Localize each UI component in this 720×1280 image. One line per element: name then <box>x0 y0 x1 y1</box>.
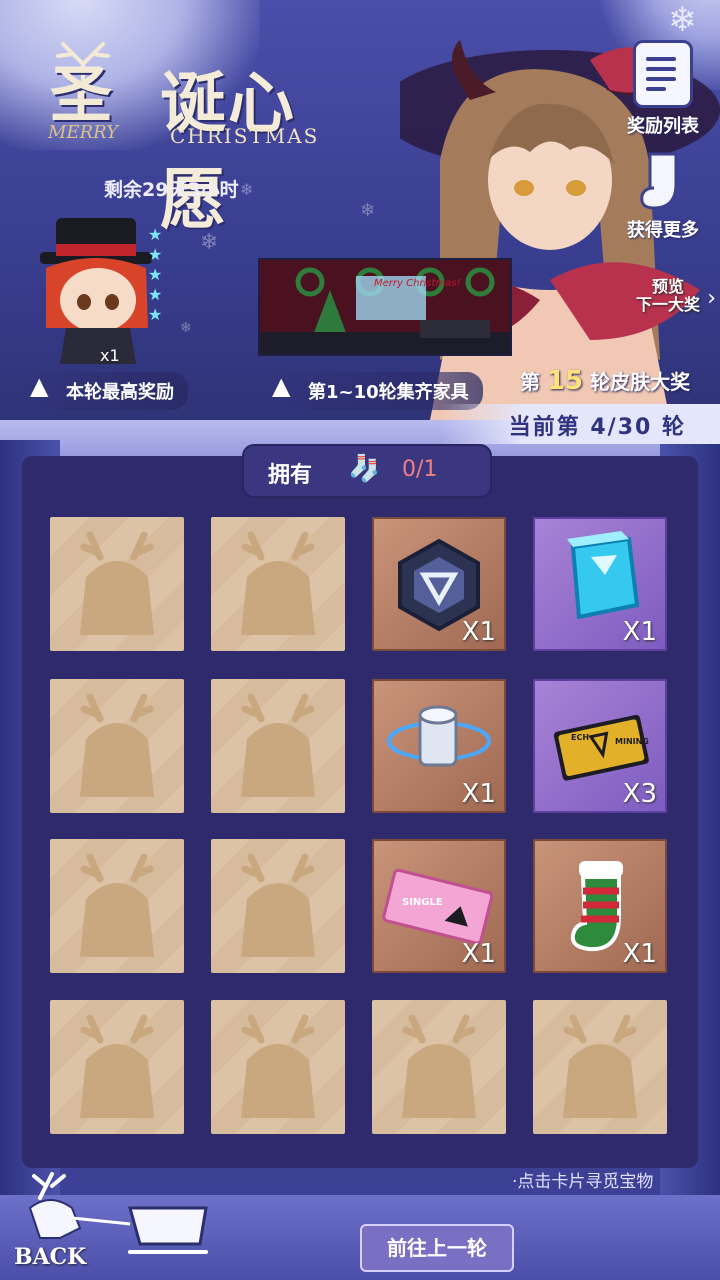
item-text: SINGLE <box>402 897 443 908</box>
revealed-card[interactable]: SINGLE X1 <box>372 839 506 973</box>
hidden-card[interactable] <box>211 517 345 651</box>
round-prize-prefix: 第 <box>520 370 540 394</box>
hint-text: ·点击卡片寻觅宝物 <box>512 1172 654 1192</box>
svg-text:★: ★ <box>148 305 162 324</box>
chibi-qty: x1 <box>100 346 120 365</box>
reindeer-head-icon <box>241 693 315 797</box>
revealed-card[interactable]: ECH MINING X3 <box>533 679 667 813</box>
hidden-card[interactable] <box>50 839 184 973</box>
top-reward-label: ▲ 本轮最高奖励 <box>22 372 188 410</box>
back-button[interactable]: BACK <box>10 1168 210 1276</box>
round-prize-number: 15 <box>546 366 584 396</box>
preview-next-prize-button[interactable]: 预览 下一大奖 › <box>616 278 720 326</box>
owned-label: 拥有 <box>268 463 313 488</box>
furniture-sign-text: Merry Christmas! <box>374 278 461 289</box>
stocking-icon <box>636 150 690 212</box>
title-char: 圣 <box>50 58 113 131</box>
current-round-text: 当前第 4/30 轮 <box>508 415 686 440</box>
item-text: ECH <box>571 733 590 742</box>
top-reward-label-text: 本轮最高奖励 <box>66 382 174 403</box>
furniture-reward-preview[interactable]: Merry Christmas! <box>258 258 512 356</box>
revealed-card[interactable]: X1 <box>372 679 506 813</box>
round-skin-prize: 第 15 轮皮肤大奖 <box>520 366 690 396</box>
hidden-card[interactable] <box>533 1000 667 1134</box>
item-qty: X1 <box>622 939 657 969</box>
svg-text:★: ★ <box>148 265 162 284</box>
item-qty: X1 <box>461 779 496 809</box>
countdown-timer: 剩余29天3小时 <box>104 179 239 201</box>
chevron-right-icon: › <box>707 286 716 311</box>
back-label: BACK <box>14 1244 87 1270</box>
reindeer-head-icon <box>80 693 154 797</box>
item-qty: X1 <box>461 939 496 969</box>
svg-text:★: ★ <box>148 245 162 264</box>
title-en-merry: MERRY <box>48 122 119 143</box>
hidden-card[interactable] <box>50 679 184 813</box>
item-qty: X1 <box>461 617 496 647</box>
furniture-reward-label-text: 第1~10轮集齐家具 <box>308 382 469 403</box>
hidden-card[interactable] <box>211 679 345 813</box>
svg-text:★: ★ <box>148 225 162 244</box>
get-more-label: 获得更多 <box>627 220 699 241</box>
rewards-list-button[interactable]: 奖励列表 <box>608 40 718 138</box>
owned-counter: 拥有 🧦 0/1 <box>244 446 490 496</box>
reindeer-head-icon <box>80 1014 154 1118</box>
reindeer-head-icon <box>241 1014 315 1118</box>
snowflake-icon: ❄ <box>360 200 376 221</box>
tree-icon: ▲ <box>30 372 49 400</box>
reindeer-head-icon <box>563 1014 637 1118</box>
event-title: 圣 诞心愿 MERRY CHRISTMAS <box>40 40 340 238</box>
reindeer-head-icon <box>80 531 154 635</box>
hidden-card[interactable] <box>211 1000 345 1134</box>
prev-round-button[interactable]: 前往上一轮 <box>360 1224 514 1272</box>
hidden-card[interactable] <box>211 839 345 973</box>
current-round-bar: 当前第 4/30 轮 <box>440 404 720 444</box>
svg-text:★: ★ <box>148 285 162 304</box>
hidden-card[interactable] <box>372 1000 506 1134</box>
preview-line2: 下一大奖 <box>635 295 700 314</box>
preview-line1: 预览 <box>651 277 684 296</box>
snowflake-icon: ❄ <box>668 0 697 40</box>
tree-icon: ▲ <box>272 372 291 400</box>
item-text: MINING <box>615 737 649 746</box>
rewards-list-label: 奖励列表 <box>627 116 699 137</box>
top-reward-chibi[interactable]: ★ ★ ★ ★ ★ x1 <box>36 218 166 368</box>
title-en-christmas: CHRISTMAS <box>170 124 320 148</box>
revealed-card[interactable]: X1 <box>533 517 667 651</box>
round-prize-suffix: 轮皮肤大奖 <box>590 370 691 394</box>
reindeer-head-icon <box>80 853 154 957</box>
revealed-card[interactable]: X1 <box>372 517 506 651</box>
snowflake-icon: ❄ <box>180 320 192 336</box>
document-icon <box>633 40 693 108</box>
hidden-card[interactable] <box>50 1000 184 1134</box>
christmas-sock-icon: 🧦 <box>348 454 381 484</box>
reindeer-head-icon <box>241 853 315 957</box>
reindeer-head-icon <box>402 1014 476 1118</box>
owned-count: 0/1 <box>402 457 438 482</box>
reindeer-head-icon <box>241 531 315 635</box>
get-more-button[interactable]: 获得更多 <box>608 150 718 242</box>
item-qty: X3 <box>622 779 657 809</box>
item-qty: X1 <box>622 617 657 647</box>
hidden-card[interactable] <box>50 517 184 651</box>
revealed-card[interactable]: X1 <box>533 839 667 973</box>
